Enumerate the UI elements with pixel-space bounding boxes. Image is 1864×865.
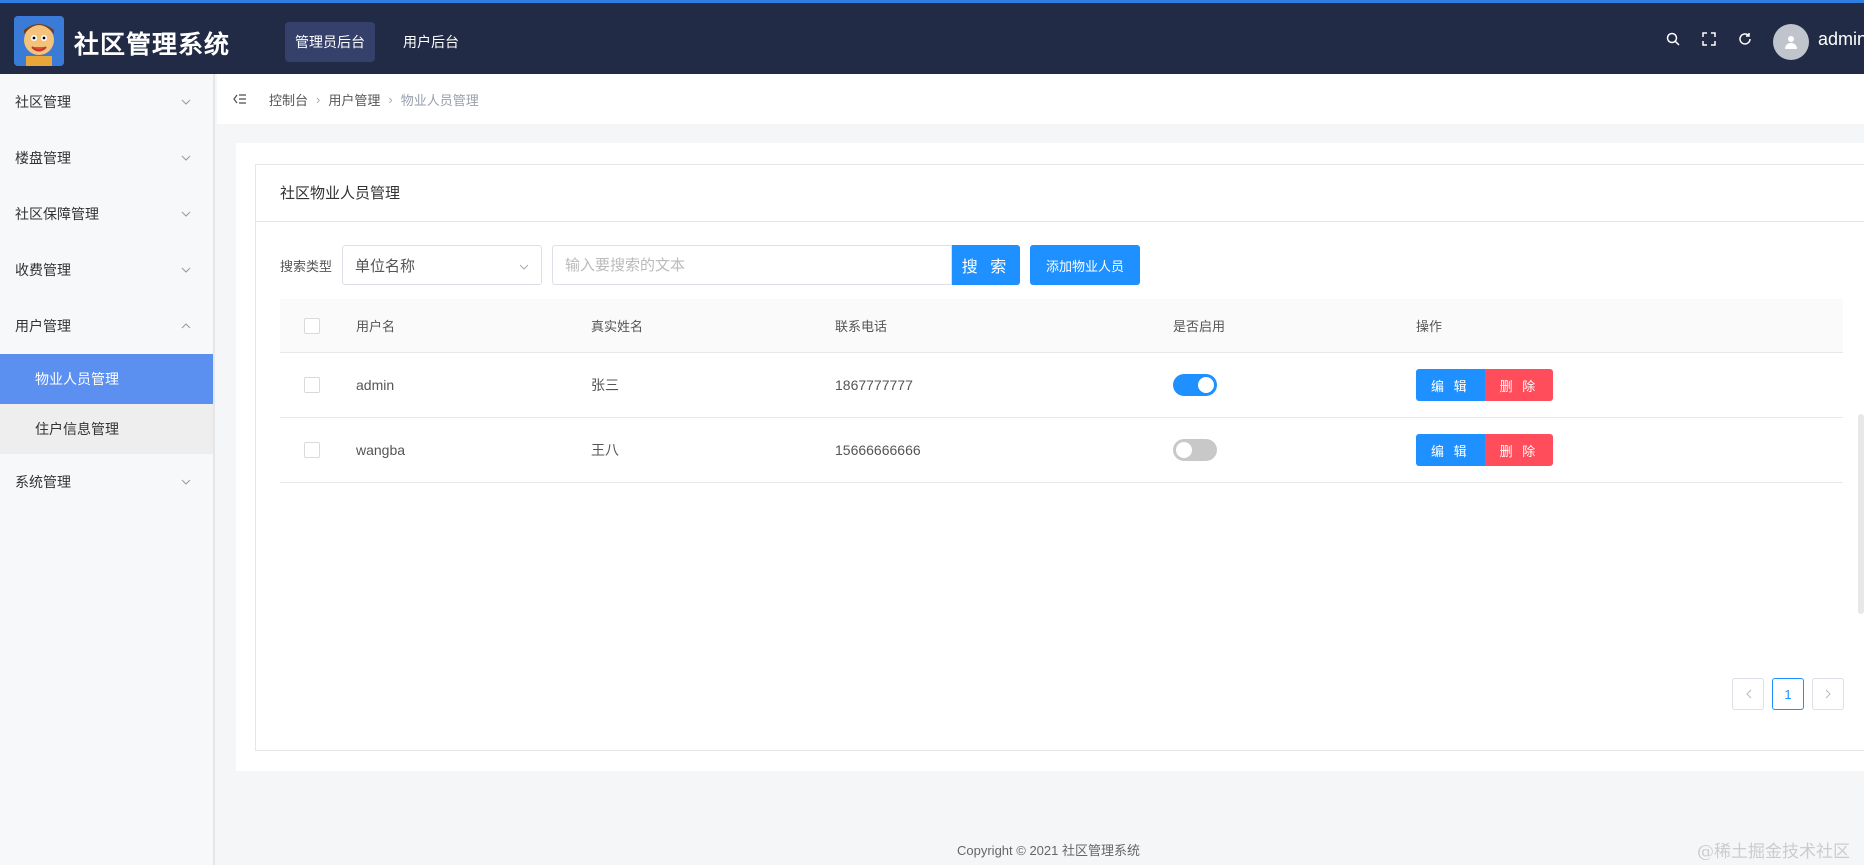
nav-user-backend[interactable]: 用户后台 bbox=[393, 22, 469, 62]
row-checkbox[interactable] bbox=[304, 377, 320, 393]
sidebar-item-users[interactable]: 用户管理 bbox=[0, 298, 213, 354]
footer-copyright: Copyright © 2021 社区管理系统 bbox=[957, 843, 1140, 858]
enabled-toggle[interactable] bbox=[1173, 439, 1217, 461]
column-header-actions: 操作 bbox=[1416, 319, 1443, 334]
chevron-down-icon bbox=[179, 207, 193, 221]
watermark: @稀土掘金技术社区 bbox=[1697, 842, 1850, 862]
prev-page-button[interactable] bbox=[1732, 678, 1764, 710]
sidebar-item-label: 社区管理 bbox=[15, 94, 71, 110]
search-input[interactable] bbox=[552, 245, 953, 285]
column-header-username: 用户名 bbox=[356, 319, 396, 334]
top-nav: 管理员后台 用户后台 bbox=[285, 22, 487, 62]
sidebar-item-label: 系统管理 bbox=[15, 474, 71, 490]
table-header: 用户名 真实姓名 联系电话 是否启用 操作 bbox=[280, 299, 1843, 353]
column-header-phone: 联系电话 bbox=[835, 319, 888, 334]
pagination: 1 bbox=[1732, 678, 1844, 710]
table-row: admin 张三 1867777777 编 辑 删 除 bbox=[280, 353, 1843, 418]
logo bbox=[14, 16, 64, 66]
cell-phone: 1867777777 bbox=[835, 377, 913, 393]
search-button[interactable]: 搜 索 bbox=[952, 245, 1021, 285]
cell-realname: 张三 bbox=[591, 377, 619, 393]
cell-phone: 15666666666 bbox=[835, 442, 921, 458]
edit-button[interactable]: 编 辑 bbox=[1416, 369, 1485, 401]
sidebar-item-community[interactable]: 社区管理 bbox=[0, 74, 213, 130]
page-number-button[interactable]: 1 bbox=[1772, 678, 1804, 710]
enabled-toggle[interactable] bbox=[1173, 374, 1217, 396]
scrollbar[interactable] bbox=[1858, 414, 1864, 614]
chevron-right-icon: › bbox=[316, 91, 321, 107]
delete-button[interactable]: 删 除 bbox=[1484, 369, 1554, 401]
select-all-checkbox[interactable] bbox=[304, 317, 320, 334]
panel-title: 社区物业人员管理 bbox=[256, 165, 1864, 222]
next-page-button[interactable] bbox=[1812, 678, 1844, 710]
brand-title: 社区管理系统 bbox=[74, 31, 231, 59]
staff-table: 用户名 真实姓名 联系电话 是否启用 操作 admin 张三 186777777… bbox=[280, 299, 1843, 483]
cell-realname: 王八 bbox=[591, 442, 619, 458]
collapse-menu-icon[interactable] bbox=[233, 90, 251, 108]
add-staff-button[interactable]: 添加物业人员 bbox=[1030, 245, 1141, 285]
toggle-knob bbox=[1176, 442, 1192, 458]
user-name[interactable]: admin bbox=[1818, 29, 1864, 50]
sidebar-item-label: 社区保障管理 bbox=[15, 206, 99, 222]
breadcrumb-item-user-mgmt[interactable]: 用户管理 bbox=[328, 90, 380, 109]
delete-button[interactable]: 删 除 bbox=[1484, 434, 1554, 466]
chevron-right-icon: › bbox=[388, 91, 393, 107]
breadcrumb: 控制台 › 用户管理 › 物业人员管理 bbox=[217, 74, 1864, 124]
search-type-value: 单位名称 bbox=[355, 257, 416, 275]
chevron-up-icon bbox=[179, 319, 193, 333]
search-bar: 搜索类型 单位名称 搜 索 添加物业人员 bbox=[280, 245, 1141, 285]
fullscreen-icon[interactable] bbox=[1700, 30, 1718, 48]
search-type-label: 搜索类型 bbox=[280, 258, 333, 274]
sidebar-item-label: 收费管理 bbox=[15, 262, 71, 278]
sidebar-item-system[interactable]: 系统管理 bbox=[0, 454, 213, 510]
table-row: wangba 王八 15666666666 编 辑 删 除 bbox=[280, 418, 1843, 483]
sidebar-item-label: 楼盘管理 bbox=[15, 150, 71, 166]
column-header-enabled: 是否启用 bbox=[1173, 319, 1226, 334]
row-checkbox[interactable] bbox=[304, 442, 320, 458]
toggle-knob bbox=[1198, 377, 1214, 393]
search-icon[interactable] bbox=[1664, 30, 1682, 48]
sidebar-item-buildings[interactable]: 楼盘管理 bbox=[0, 130, 213, 186]
header-tools bbox=[1664, 30, 1754, 48]
top-header: 社区管理系统 管理员后台 用户后台 admin bbox=[0, 0, 1864, 74]
cell-username: admin bbox=[356, 377, 395, 393]
chevron-down-icon bbox=[179, 151, 193, 165]
chevron-down-icon bbox=[519, 257, 529, 274]
breadcrumb-item-current: 物业人员管理 bbox=[400, 92, 479, 108]
sidebar: 社区管理 楼盘管理 社区保障管理 收费管理 用户管理 物业人员管理 住户信息管理… bbox=[0, 74, 215, 865]
search-type-select[interactable]: 单位名称 bbox=[342, 245, 543, 285]
sidebar-item-label: 用户管理 bbox=[15, 318, 71, 334]
nav-admin-backend[interactable]: 管理员后台 bbox=[285, 22, 375, 62]
chevron-right-icon bbox=[1825, 689, 1831, 699]
breadcrumb-item-dashboard[interactable]: 控制台 bbox=[269, 90, 308, 109]
chevron-down-icon bbox=[179, 475, 193, 489]
chevron-left-icon bbox=[1745, 689, 1751, 699]
sidebar-item-fees[interactable]: 收费管理 bbox=[0, 242, 213, 298]
panel-card: 社区物业人员管理 搜索类型 单位名称 搜 索 添加物业人员 用户名 真实姓名 联… bbox=[255, 164, 1864, 751]
cell-username: wangba bbox=[356, 442, 406, 458]
sidebar-subitem-residents[interactable]: 住户信息管理 bbox=[0, 404, 213, 454]
chevron-down-icon bbox=[179, 263, 193, 277]
refresh-icon[interactable] bbox=[1736, 30, 1754, 48]
sidebar-item-security[interactable]: 社区保障管理 bbox=[0, 186, 213, 242]
edit-button[interactable]: 编 辑 bbox=[1416, 434, 1485, 466]
sidebar-subitem-property-staff[interactable]: 物业人员管理 bbox=[0, 354, 213, 404]
column-header-realname: 真实姓名 bbox=[591, 319, 644, 334]
avatar[interactable] bbox=[1773, 24, 1809, 60]
chevron-down-icon bbox=[179, 95, 193, 109]
